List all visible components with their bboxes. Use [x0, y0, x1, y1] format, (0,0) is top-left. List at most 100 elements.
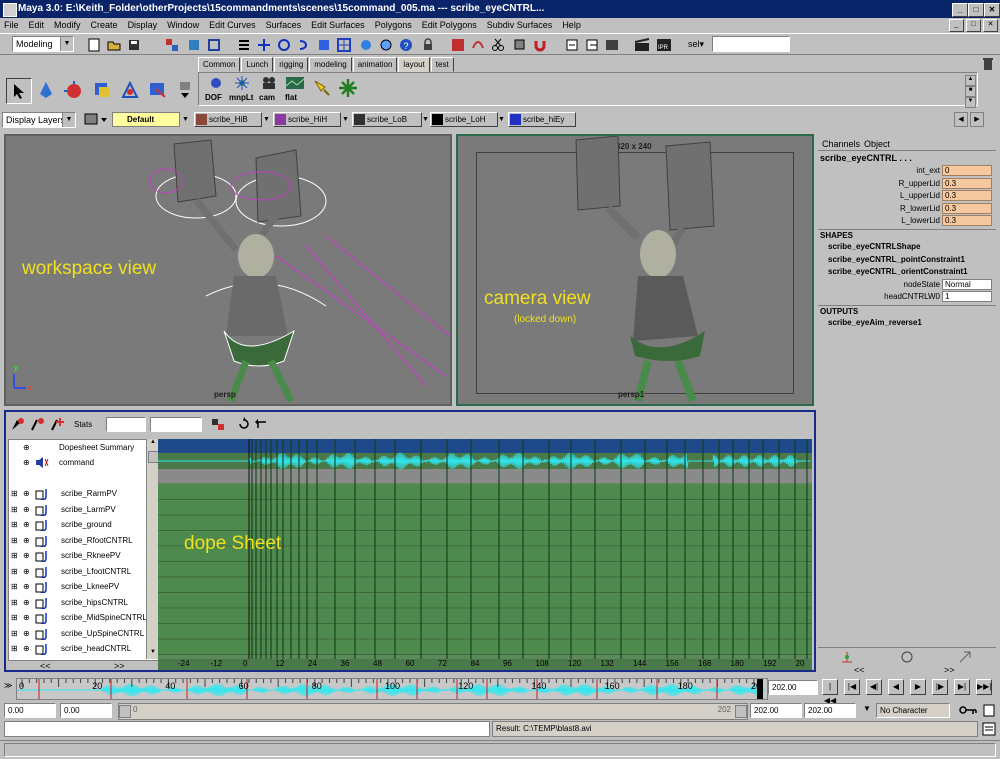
plus-icon[interactable]: ⊕: [23, 548, 30, 563]
chevron-down-icon[interactable]: ▼: [860, 704, 874, 717]
channel-value[interactable]: 0.3: [942, 178, 992, 189]
dopesheet-ruler[interactable]: -24 -12 0 12 24 36 48 60 72 84 96 108 120 132 144 156 16…: [158, 659, 812, 670]
snap-surface-icon[interactable]: [316, 37, 332, 53]
scroll-left-button[interactable]: <<: [854, 665, 865, 675]
mdi-minimize-button[interactable]: _: [949, 19, 964, 32]
layer-scribe-hih[interactable]: scribe_HiH: [273, 112, 341, 127]
menu-help[interactable]: Help: [562, 20, 581, 30]
tab-test[interactable]: test: [430, 57, 454, 72]
menu-edit-polygons[interactable]: Edit Polygons: [422, 20, 477, 30]
menu-create[interactable]: Create: [91, 20, 118, 30]
scroll-right-button[interactable]: >>: [944, 665, 955, 675]
expand-icon[interactable]: ⊞: [11, 641, 18, 656]
list-item[interactable]: ⊞ ⊕ scribe_headCNTRL: [9, 641, 149, 656]
mdi-close-button[interactable]: ✕: [983, 19, 998, 32]
snap-curve-icon[interactable]: [256, 37, 272, 53]
menu-polygons[interactable]: Polygons: [375, 20, 412, 30]
minimize-button[interactable]: _: [952, 3, 968, 17]
stats-field-1[interactable]: [106, 417, 146, 432]
plus-icon[interactable]: ⊕: [23, 610, 30, 625]
save-scene-icon[interactable]: [126, 37, 142, 53]
move-tool-icon[interactable]: [62, 78, 86, 102]
insert-key-icon[interactable]: [30, 416, 46, 432]
selection-input[interactable]: [712, 36, 790, 52]
clapper-icon[interactable]: [634, 37, 650, 53]
current-time-indicator[interactable]: [757, 679, 763, 699]
list-item[interactable]: ⊕ Dopesheet Summary: [9, 440, 149, 455]
buffer-curve-icon[interactable]: [210, 416, 226, 432]
render-view-icon[interactable]: [604, 37, 620, 53]
menu-subdiv-surfaces[interactable]: Subdiv Surfaces: [487, 20, 553, 30]
menu-window[interactable]: Window: [167, 20, 199, 30]
range-bar[interactable]: 0 202: [118, 703, 748, 720]
timeline-bar[interactable]: 0 20 40 60 80 100 120 140 160 180 20: [16, 678, 768, 700]
play-forward-button[interactable]: ▶: [910, 679, 926, 695]
plus-icon[interactable]: ⊕: [23, 517, 30, 532]
expand-icon[interactable]: ⊞: [11, 486, 18, 501]
ipr-render-icon[interactable]: [378, 37, 394, 53]
plus-icon[interactable]: ⊕: [23, 502, 30, 517]
plus-icon[interactable]: ⊕: [23, 595, 30, 610]
layer-scribe-lob[interactable]: scribe_LoB: [352, 112, 422, 127]
tab-channels[interactable]: Channels: [822, 139, 860, 149]
list-item[interactable]: ⊞ ⊕ scribe_ground: [9, 517, 149, 532]
cut-icon[interactable]: [490, 37, 506, 53]
channel-row[interactable]: R_lowerLid 0.3: [818, 203, 996, 215]
plus-icon[interactable]: ⊕: [23, 641, 30, 656]
go-to-end-button[interactable]: ▶▶|: [976, 679, 992, 695]
expand-icon[interactable]: ⊞: [11, 502, 18, 517]
open-scene-icon[interactable]: [106, 37, 122, 53]
menu-modify[interactable]: Modify: [54, 20, 81, 30]
step-forward-button[interactable]: ▶|: [954, 679, 970, 695]
last-tool-icon[interactable]: [176, 78, 194, 102]
rotate-tool-icon[interactable]: [90, 78, 114, 102]
add-key-icon[interactable]: [50, 416, 66, 432]
list-item[interactable]: ⊞ ⊕ scribe_LarmPV: [9, 502, 149, 517]
tab-common[interactable]: Common: [198, 57, 241, 72]
expand-icon[interactable]: ⊞: [11, 533, 18, 548]
menu-edit-curves[interactable]: Edit Curves: [209, 20, 256, 30]
expand-icon[interactable]: ⊞: [11, 579, 18, 594]
playback-end-field[interactable]: 202.00: [750, 703, 802, 718]
go-to-start-button[interactable]: |◀◀: [822, 679, 838, 705]
expand-icon[interactable]: ⊞: [11, 626, 18, 641]
shape-item[interactable]: scribe_eyeCNTRL_pointConstraint1: [828, 255, 965, 264]
layer-scribe-hib[interactable]: scribe_HiB: [194, 112, 262, 127]
chevron-down-icon[interactable]: ▼: [182, 112, 192, 127]
select-component-icon[interactable]: [206, 37, 222, 53]
chevron-right-icon[interactable]: ▶: [970, 112, 984, 127]
tab-object[interactable]: Object: [864, 139, 890, 149]
plus-icon[interactable]: ⊕: [23, 564, 30, 579]
chevron-down-icon[interactable]: ▼: [498, 112, 508, 127]
key-icon[interactable]: [958, 703, 978, 718]
layer-scribe-hiey[interactable]: scribe_hiEy: [508, 112, 576, 127]
snap-view-icon[interactable]: [296, 37, 312, 53]
arrow-icon[interactable]: [958, 650, 972, 666]
snap-point-icon[interactable]: [276, 37, 292, 53]
channel-row[interactable]: L_lowerLid 0.3: [818, 215, 996, 227]
tab-lunch[interactable]: Lunch: [241, 57, 274, 72]
export-icon[interactable]: [584, 37, 600, 53]
maximize-button[interactable]: □: [968, 3, 984, 17]
step-back-key-button[interactable]: ◀|: [866, 679, 882, 695]
chevron-down-icon[interactable]: ≫: [4, 681, 14, 695]
list-item[interactable]: ⊞ ⊕ scribe_LkneePV: [9, 579, 149, 594]
attr-row[interactable]: nodeState Normal: [818, 279, 996, 291]
play-back-button[interactable]: ◀: [888, 679, 904, 695]
expand-icon[interactable]: ⊞: [11, 595, 18, 610]
menu-display[interactable]: Display: [128, 20, 158, 30]
shelf-button-flat[interactable]: flat: [283, 75, 307, 105]
new-scene-icon[interactable]: [86, 37, 102, 53]
step-forward-key-button[interactable]: |▶: [932, 679, 948, 695]
undo-icon[interactable]: [254, 416, 270, 432]
manipulator-tool-icon[interactable]: [146, 78, 170, 102]
axis-icon[interactable]: [840, 650, 854, 666]
input-ops-icon[interactable]: [450, 37, 466, 53]
magnet-icon[interactable]: [532, 37, 548, 53]
default-layer[interactable]: Default: [112, 112, 180, 127]
outliner-scroll-right[interactable]: >>: [114, 661, 125, 671]
tab-layout[interactable]: layout: [398, 57, 430, 72]
trash-icon[interactable]: [982, 57, 996, 71]
layer-scribe-loh[interactable]: scribe_LoH: [430, 112, 498, 127]
list-item[interactable]: ⊞ ⊕ scribe_LfootCNTRL: [9, 564, 149, 579]
